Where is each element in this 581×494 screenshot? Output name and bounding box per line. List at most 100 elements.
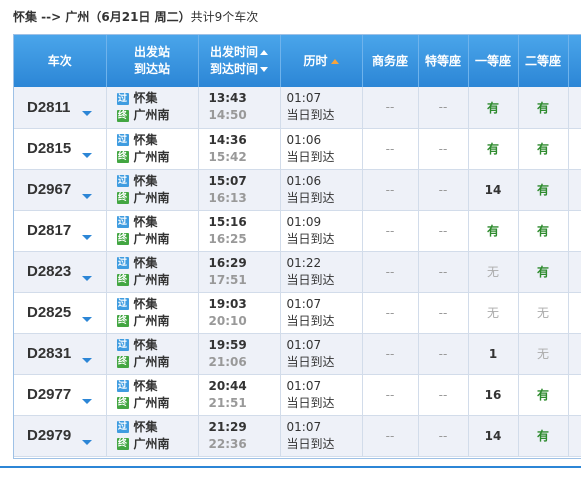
col-dep-time[interactable]: 出发时间 <box>210 45 258 59</box>
high-soft-seat <box>568 251 581 293</box>
business-seat: -- <box>362 415 419 457</box>
table-row[interactable]: D2825 过怀集 终广州南 19:03 20:10 01:07 当日到达 --… <box>14 292 581 334</box>
high-soft-seat <box>568 292 581 334</box>
sort-down-icon[interactable] <box>260 67 268 72</box>
arrival-time: 14:50 <box>208 108 247 123</box>
arrival-day: 当日到达 <box>286 190 335 205</box>
duration-cell: 01:07 当日到达 <box>280 292 363 334</box>
departure-time: 19:59 <box>208 337 247 352</box>
train-number[interactable]: D2831 <box>27 345 71 362</box>
expand-triangle-icon[interactable] <box>81 316 92 322</box>
col-business: 商务座 <box>362 35 419 87</box>
duration-value: 01:06 <box>286 132 322 147</box>
expand-triangle-icon[interactable] <box>81 398 92 404</box>
premium-seat: -- <box>418 169 469 211</box>
train-number[interactable]: D2817 <box>27 222 71 239</box>
duration-value: 01:07 <box>286 378 322 393</box>
table-row[interactable]: D2823 过怀集 终广州南 16:29 17:51 01:22 当日到达 --… <box>14 251 581 293</box>
departure-time: 15:16 <box>208 214 247 229</box>
train-number-cell[interactable]: D2823 <box>14 251 107 293</box>
departure-time: 21:29 <box>208 419 247 434</box>
terminal-station-icon: 终 <box>116 315 129 327</box>
expand-triangle-icon[interactable] <box>81 234 92 240</box>
duration-value: 01:07 <box>286 337 322 352</box>
table-header: 车次 出发站 到达站 出发时间 到达时间 历时 商务座 特等座 一等座 二等座 … <box>14 35 581 87</box>
arrival-day: 当日到达 <box>286 436 335 451</box>
col-train: 车次 <box>14 35 107 87</box>
arrival-day: 当日到达 <box>286 108 335 123</box>
duration-cell: 01:07 当日到达 <box>280 374 363 416</box>
train-number[interactable]: D2967 <box>27 181 71 198</box>
terminal-station-icon: 终 <box>116 356 129 368</box>
premium-seat: -- <box>418 374 469 416</box>
train-number[interactable]: D2825 <box>27 304 71 321</box>
pass-station-icon: 过 <box>116 92 129 105</box>
pass-station-icon: 过 <box>116 257 129 269</box>
duration-value: 01:22 <box>286 255 322 270</box>
to-station: 广州南 <box>133 272 170 287</box>
train-number[interactable]: D2979 <box>27 427 71 444</box>
train-number-cell[interactable]: D2977 <box>14 374 107 416</box>
table-row[interactable]: D2811 过怀集 终广州南 13:43 14:50 01:07 当日到达 --… <box>14 87 581 129</box>
first-class-seat: 有 <box>468 128 519 170</box>
pass-station-icon: 过 <box>116 380 129 392</box>
train-number-cell[interactable]: D2967 <box>14 169 107 211</box>
first-class-seat: 16 <box>468 374 519 416</box>
expand-triangle-icon[interactable] <box>81 275 92 281</box>
table-row[interactable]: D2977 过怀集 终广州南 20:44 21:51 01:07 当日到达 --… <box>14 374 581 416</box>
duration-value: 01:06 <box>286 173 322 188</box>
train-number-cell[interactable]: D2815 <box>14 128 107 170</box>
pass-station-icon: 过 <box>116 298 129 310</box>
stations-cell: 过怀集 终广州南 <box>106 374 199 416</box>
duration-value: 01:07 <box>286 296 322 311</box>
to-station: 广州南 <box>133 190 170 205</box>
train-number[interactable]: D2815 <box>27 140 71 157</box>
arrival-time: 20:10 <box>208 313 247 328</box>
table-row[interactable]: D2817 过怀集 终广州南 15:16 16:25 01:09 当日到达 --… <box>14 210 581 252</box>
times-cell: 15:07 16:13 <box>198 169 281 211</box>
train-number-cell[interactable]: D2979 <box>14 415 107 457</box>
table-row[interactable]: D2815 过怀集 终广州南 14:36 15:42 01:06 当日到达 --… <box>14 128 581 170</box>
train-number[interactable]: D2977 <box>27 386 71 403</box>
expand-triangle-icon[interactable] <box>81 193 92 199</box>
from-station: 怀集 <box>133 378 158 393</box>
stations-cell: 过怀集 终广州南 <box>106 128 199 170</box>
train-number[interactable]: D2811 <box>27 99 70 116</box>
arrival-day: 当日到达 <box>286 231 335 246</box>
expand-triangle-icon[interactable] <box>81 357 92 363</box>
expand-triangle-icon[interactable] <box>81 152 92 158</box>
expand-triangle-icon[interactable] <box>81 111 92 116</box>
table-row[interactable]: D2979 过怀集 终广州南 21:29 22:36 01:07 当日到达 --… <box>14 415 581 457</box>
business-seat: -- <box>362 251 419 293</box>
sort-active-icon[interactable] <box>330 58 339 64</box>
train-number-cell[interactable]: D2817 <box>14 210 107 252</box>
second-class-seat: 有 <box>518 169 569 211</box>
departure-time: 15:07 <box>208 173 247 188</box>
arrival-day: 当日到达 <box>286 313 335 328</box>
expand-triangle-icon[interactable] <box>81 439 92 445</box>
duration-cell: 01:07 当日到达 <box>280 87 363 129</box>
route-summary: 怀集 --> 广州（6月21日 周二）共计9个车次 <box>13 8 258 25</box>
table-row[interactable]: D2831 过怀集 终广州南 19:59 21:06 01:07 当日到达 --… <box>14 333 581 375</box>
table-row[interactable]: D2967 过怀集 终广州南 15:07 16:13 01:06 当日到达 --… <box>14 169 581 211</box>
departure-time: 16:29 <box>208 255 247 270</box>
first-class-seat: 有 <box>468 210 519 252</box>
col-duration[interactable]: 历时 <box>280 35 363 87</box>
stations-cell: 过怀集 终广州南 <box>106 87 199 129</box>
route-text: 怀集 --> 广州 <box>13 10 90 24</box>
col-arr-time[interactable]: 到达时间 <box>210 62 258 76</box>
sort-up-icon[interactable] <box>260 50 268 55</box>
high-soft-seat <box>568 333 581 375</box>
stations-cell: 过怀集 终广州南 <box>106 333 199 375</box>
col-times[interactable]: 出发时间 到达时间 <box>198 35 281 87</box>
train-number-cell[interactable]: D2811 <box>14 87 107 129</box>
pass-station-icon: 过 <box>116 421 129 433</box>
train-number[interactable]: D2823 <box>27 263 71 280</box>
train-number-cell[interactable]: D2825 <box>14 292 107 334</box>
col-duration-label[interactable]: 历时 <box>303 54 327 68</box>
terminal-station-icon: 终 <box>116 151 129 163</box>
second-class-seat: 有 <box>518 415 569 457</box>
arrival-time: 15:42 <box>208 149 247 164</box>
train-number-cell[interactable]: D2831 <box>14 333 107 375</box>
business-seat: -- <box>362 128 419 170</box>
